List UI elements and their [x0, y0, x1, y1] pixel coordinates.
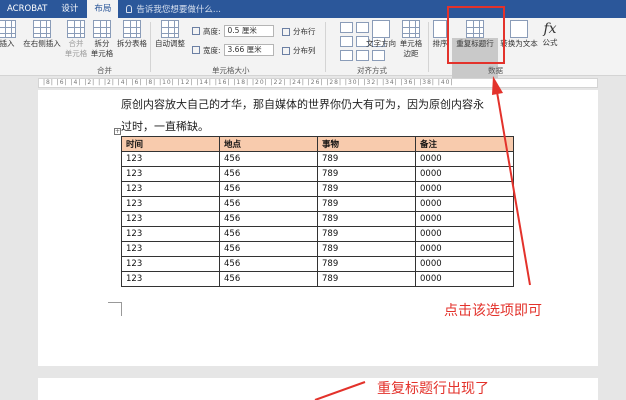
- annotation-click-hint: 点击该选项即可: [444, 303, 542, 319]
- annotation-result-hint: 重复标题行出现了: [377, 381, 489, 397]
- arrow-to-button: [496, 91, 531, 286]
- arrow-head-icon: [492, 76, 503, 95]
- arrow-to-header: [314, 381, 366, 400]
- annotation-arrows: [314, 76, 531, 400]
